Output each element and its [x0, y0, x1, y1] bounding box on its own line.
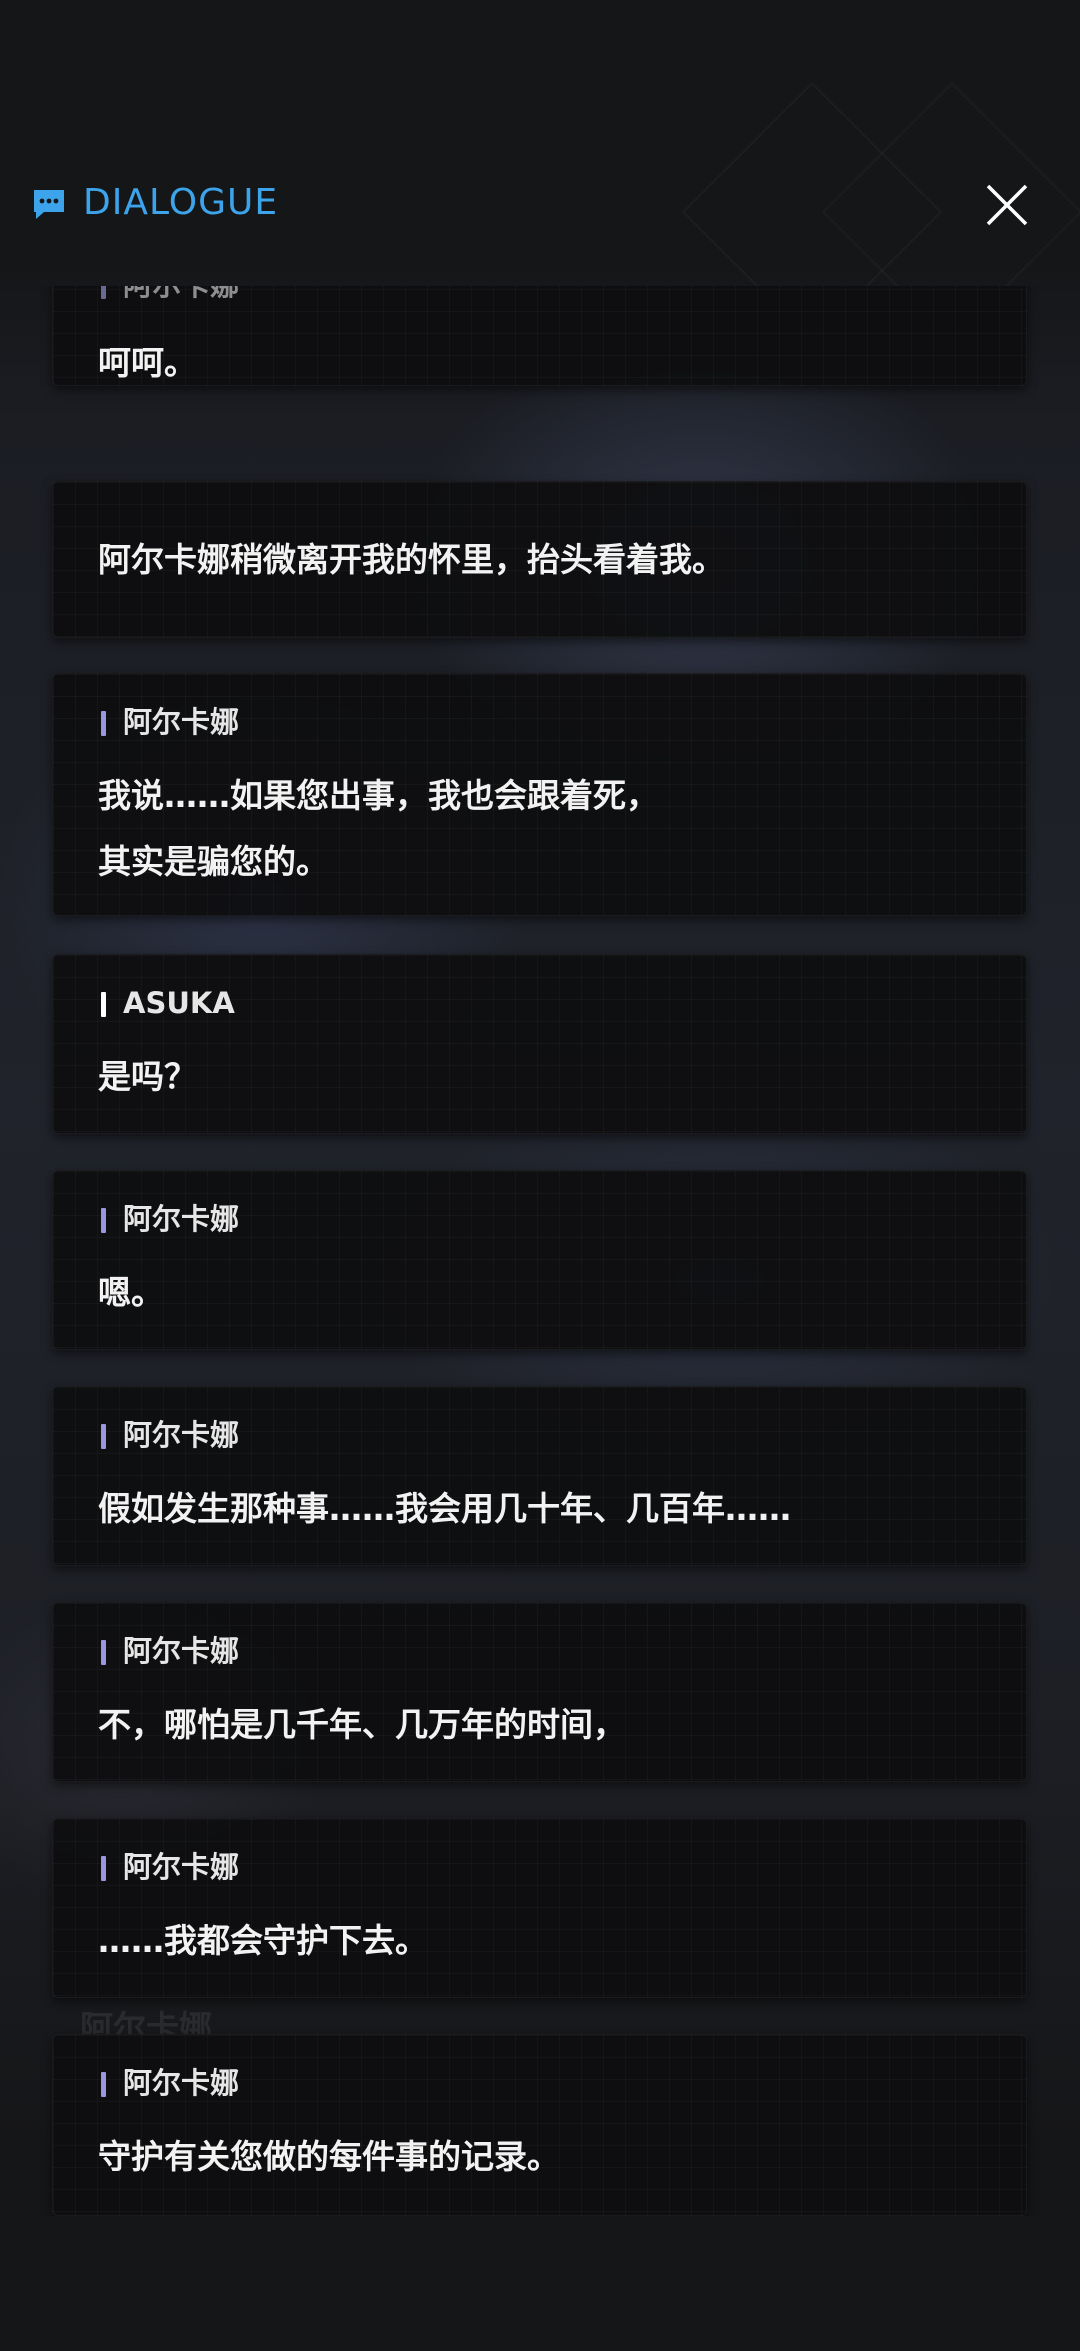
speaker-marker	[101, 1424, 106, 1449]
dialogue-text: ……我都会守护下去。	[98, 1921, 428, 1960]
speaker-name: 阿尔卡娜	[101, 2065, 239, 2101]
dialogue-text: 不，哪怕是几千年、几万年的时间，	[98, 1705, 626, 1744]
speaker-name: 阿尔卡娜	[101, 286, 239, 303]
speaker-label: 阿尔卡娜	[123, 286, 239, 302]
dialogue-entry: 阿尔卡娜 不，哪怕是几千年、几万年的时间，	[52, 1602, 1027, 1782]
speaker-label: 阿尔卡娜	[123, 1850, 240, 1884]
narration-entry: 阿尔卡娜稍微离开我的怀里，抬头看着我。	[52, 481, 1027, 638]
speaker-marker	[101, 1640, 106, 1665]
speaker-marker	[101, 2072, 106, 2097]
speaker-marker	[101, 711, 106, 736]
speaker-name: 阿尔卡娜	[101, 1849, 239, 1885]
dialogue-log[interactable]: 阿尔卡娜 阿尔卡娜 呵呵。 阿尔卡娜稍微离开我的怀里，抬头看着我。 阿尔卡娜 我…	[0, 286, 1080, 2216]
speaker-name: ASUKA	[101, 985, 235, 1021]
dialogue-text: 守护有关您做的每件事的记录。	[98, 2137, 560, 2176]
speaker-label: ASUKA	[123, 986, 235, 1020]
speaker-label: 阿尔卡娜	[123, 2066, 240, 2100]
dialogue-entry: 阿尔卡娜 呵呵。	[52, 286, 1027, 386]
speaker-label: 阿尔卡娜	[123, 1418, 240, 1452]
dialogue-text: 嗯。	[98, 1273, 164, 1312]
speaker-name: 阿尔卡娜	[101, 704, 239, 740]
dialogue-entry: 阿尔卡娜 嗯。	[52, 1170, 1027, 1350]
speaker-marker	[101, 1856, 106, 1881]
dialogue-text: 是吗？	[98, 1057, 197, 1096]
close-icon[interactable]	[980, 178, 1034, 232]
speaker-name: 阿尔卡娜	[101, 1417, 239, 1453]
dialogue-text: 我说……如果您出事，我也会跟着死， 其实是骗您的。	[98, 776, 659, 881]
dialogue-title: DIALOGUE	[83, 182, 279, 223]
speaker-marker	[101, 1208, 106, 1233]
speaker-label: 阿尔卡娜	[123, 705, 240, 739]
speaker-label: 阿尔卡娜	[123, 1202, 240, 1236]
dialogue-entry: 阿尔卡娜 假如发生那种事……我会用几十年、几百年……	[52, 1386, 1027, 1566]
dialogue-entry: ASUKA 是吗？	[52, 954, 1027, 1134]
dialogue-text: 呵呵。	[98, 343, 197, 382]
speaker-name: 阿尔卡娜	[101, 1201, 239, 1237]
chat-bubble-icon	[34, 190, 64, 219]
dialogue-header: DIALOGUE	[0, 150, 1080, 260]
narration-text: 阿尔卡娜稍微离开我的怀里，抬头看着我。	[98, 540, 725, 579]
speaker-marker	[101, 286, 106, 299]
dialogue-text: 假如发生那种事……我会用几十年、几百年……	[98, 1489, 791, 1528]
speaker-label: 阿尔卡娜	[123, 1634, 240, 1668]
dialogue-entry: 阿尔卡娜 我说……如果您出事，我也会跟着死， 其实是骗您的。	[52, 673, 1027, 916]
speaker-name: 阿尔卡娜	[101, 1633, 239, 1669]
speaker-marker	[101, 992, 106, 1017]
dialogue-entry: 阿尔卡娜 守护有关您做的每件事的记录。	[52, 2034, 1027, 2216]
dialogue-entry: 阿尔卡娜 ……我都会守护下去。	[52, 1818, 1027, 1998]
